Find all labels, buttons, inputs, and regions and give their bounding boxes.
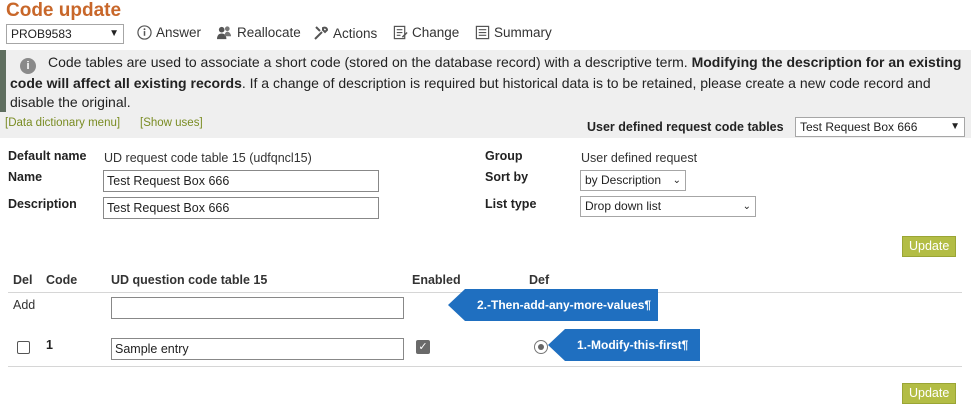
tools-icon <box>314 26 329 40</box>
row-value-input[interactable]: Sample entry <box>111 338 404 360</box>
group-label: Group <box>485 149 523 163</box>
info-icon <box>137 25 152 40</box>
del-checkbox[interactable] <box>17 341 30 354</box>
update-button-bottom[interactable]: Update <box>902 383 957 404</box>
change-button[interactable]: Change <box>393 25 459 40</box>
chevron-down-icon: ▼ <box>950 121 960 132</box>
page-title: Code update <box>6 0 122 21</box>
question-header: UD question code table 15 <box>111 273 268 287</box>
udr-tables-value: Test Request Box 666 <box>800 120 918 134</box>
answer-label: Answer <box>156 25 202 40</box>
radio-dot <box>538 344 544 350</box>
data-dictionary-link[interactable]: [Data dictionary menu] <box>5 117 120 129</box>
sort-by-select[interactable]: by Description ⌄ <box>580 170 686 191</box>
info-banner: i Code tables are used to associate a sho… <box>0 50 971 112</box>
callout-modify-first: 1.-Modify-this-first¶ <box>548 329 700 361</box>
add-value-input[interactable] <box>111 297 404 319</box>
default-name-value: UD request code table 15 (udfqncl15) <box>104 151 312 165</box>
update-button-top[interactable]: Update <box>902 236 957 257</box>
change-label: Change <box>412 25 460 40</box>
chevron-down-icon: ⌄ <box>672 175 681 186</box>
code-header: Code <box>46 273 78 287</box>
row-code: 1 <box>46 338 53 352</box>
enabled-header: Enabled <box>412 273 461 287</box>
problem-select-value: PROB9583 <box>11 27 72 41</box>
sort-by-value: by Description <box>585 173 662 187</box>
udr-tables-select[interactable]: Test Request Box 666 ▼ <box>795 117 965 137</box>
info-text-1: Code tables are used to associate a shor… <box>48 54 692 70</box>
summary-label: Summary <box>494 25 552 40</box>
list-type-label: List type <box>485 197 537 211</box>
def-header: Def <box>529 273 550 287</box>
list-type-value: Drop down list <box>585 199 662 213</box>
description-input[interactable]: Test Request Box 666 <box>103 197 379 219</box>
default-name-label: Default name <box>8 149 87 163</box>
callout-then-add: 2.-Then-add-any-more-values¶ <box>448 289 658 321</box>
udr-tables-label: User defined request code tables <box>587 120 784 134</box>
callout-modify-first-text: 1.-Modify-this-first¶ <box>577 338 689 352</box>
add-label: Add <box>13 298 36 312</box>
name-input[interactable]: Test Request Box 666 <box>103 170 379 192</box>
reallocate-label: Reallocate <box>237 25 301 40</box>
list-icon <box>475 25 490 40</box>
list-type-select[interactable]: Drop down list ⌄ <box>580 196 756 217</box>
del-header: Del <box>13 273 33 287</box>
actions-label: Actions <box>333 25 378 41</box>
actions-button[interactable]: Actions <box>313 25 377 41</box>
chevron-down-icon: ⌄ <box>742 201 751 212</box>
chevron-down-icon: ▼ <box>109 28 119 39</box>
summary-button[interactable]: Summary <box>475 25 552 40</box>
answer-button[interactable]: Answer <box>137 25 201 40</box>
users-icon <box>217 26 232 40</box>
callout-then-add-text: 2.-Then-add-any-more-values¶ <box>477 298 652 312</box>
name-label: Name <box>8 170 43 184</box>
enabled-checkbox[interactable]: ✓ <box>416 340 430 354</box>
problem-select[interactable]: PROB9583 ▼ <box>6 24 124 44</box>
reallocate-button[interactable]: Reallocate <box>216 25 301 40</box>
show-uses-link[interactable]: [Show uses] <box>140 117 203 129</box>
group-value: User defined request <box>581 151 698 165</box>
default-radio[interactable] <box>534 340 548 354</box>
row-divider <box>8 366 962 367</box>
edit-document-icon <box>393 25 408 40</box>
sort-by-label: Sort by <box>485 170 529 184</box>
info-circle-icon: i <box>20 58 36 74</box>
description-label: Description <box>8 197 77 211</box>
